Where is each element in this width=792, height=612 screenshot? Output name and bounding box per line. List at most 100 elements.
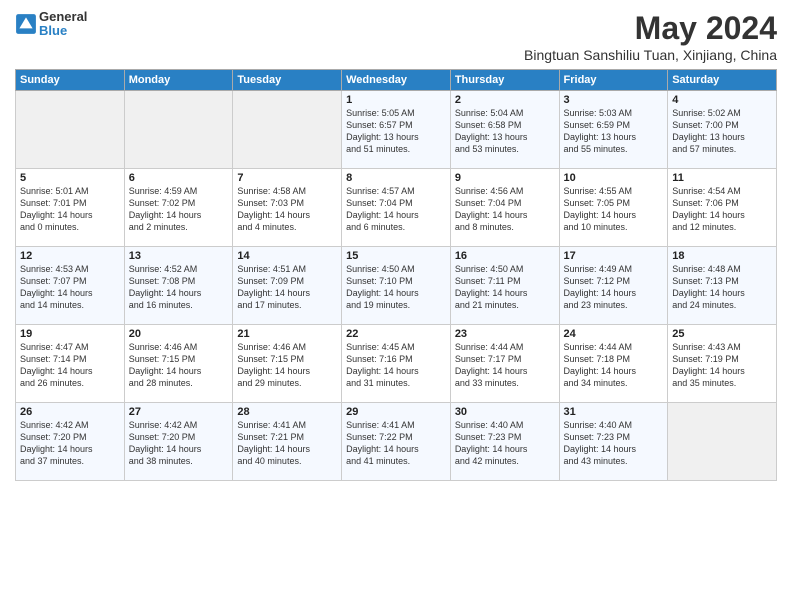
day-info: Sunrise: 5:03 AM Sunset: 6:59 PM Dayligh…: [564, 107, 664, 156]
day-cell: 10Sunrise: 4:55 AM Sunset: 7:05 PM Dayli…: [559, 169, 668, 247]
day-info: Sunrise: 4:42 AM Sunset: 7:20 PM Dayligh…: [20, 419, 120, 468]
day-info: Sunrise: 4:46 AM Sunset: 7:15 PM Dayligh…: [237, 341, 337, 390]
day-cell: 31Sunrise: 4:40 AM Sunset: 7:23 PM Dayli…: [559, 403, 668, 481]
day-info: Sunrise: 4:58 AM Sunset: 7:03 PM Dayligh…: [237, 185, 337, 234]
day-info: Sunrise: 4:50 AM Sunset: 7:10 PM Dayligh…: [346, 263, 446, 312]
day-number: 4: [672, 94, 772, 106]
day-cell: 24Sunrise: 4:44 AM Sunset: 7:18 PM Dayli…: [559, 325, 668, 403]
day-info: Sunrise: 4:57 AM Sunset: 7:04 PM Dayligh…: [346, 185, 446, 234]
day-info: Sunrise: 4:53 AM Sunset: 7:07 PM Dayligh…: [20, 263, 120, 312]
day-info: Sunrise: 4:55 AM Sunset: 7:05 PM Dayligh…: [564, 185, 664, 234]
day-info: Sunrise: 4:52 AM Sunset: 7:08 PM Dayligh…: [129, 263, 229, 312]
day-cell: 9Sunrise: 4:56 AM Sunset: 7:04 PM Daylig…: [450, 169, 559, 247]
day-number: 31: [564, 406, 664, 418]
day-cell: 5Sunrise: 5:01 AM Sunset: 7:01 PM Daylig…: [16, 169, 125, 247]
day-cell: [16, 91, 125, 169]
day-number: 17: [564, 250, 664, 262]
week-row-2: 12Sunrise: 4:53 AM Sunset: 7:07 PM Dayli…: [16, 247, 777, 325]
day-number: 3: [564, 94, 664, 106]
header-wednesday: Wednesday: [342, 70, 451, 91]
day-number: 30: [455, 406, 555, 418]
day-number: 6: [129, 172, 229, 184]
day-info: Sunrise: 4:48 AM Sunset: 7:13 PM Dayligh…: [672, 263, 772, 312]
day-cell: [668, 403, 777, 481]
day-info: Sunrise: 4:41 AM Sunset: 7:21 PM Dayligh…: [237, 419, 337, 468]
title-block: May 2024 Bingtuan Sanshiliu Tuan, Xinjia…: [524, 10, 777, 63]
day-number: 1: [346, 94, 446, 106]
day-number: 14: [237, 250, 337, 262]
header-sunday: Sunday: [16, 70, 125, 91]
day-cell: 1Sunrise: 5:05 AM Sunset: 6:57 PM Daylig…: [342, 91, 451, 169]
day-cell: 14Sunrise: 4:51 AM Sunset: 7:09 PM Dayli…: [233, 247, 342, 325]
day-cell: [124, 91, 233, 169]
day-number: 28: [237, 406, 337, 418]
location: Bingtuan Sanshiliu Tuan, Xinjiang, China: [524, 47, 777, 63]
day-cell: 28Sunrise: 4:41 AM Sunset: 7:21 PM Dayli…: [233, 403, 342, 481]
day-info: Sunrise: 4:50 AM Sunset: 7:11 PM Dayligh…: [455, 263, 555, 312]
day-cell: 7Sunrise: 4:58 AM Sunset: 7:03 PM Daylig…: [233, 169, 342, 247]
header-row: SundayMondayTuesdayWednesdayThursdayFrid…: [16, 70, 777, 91]
header-thursday: Thursday: [450, 70, 559, 91]
logo-general: General: [39, 10, 87, 24]
day-number: 9: [455, 172, 555, 184]
day-info: Sunrise: 5:02 AM Sunset: 7:00 PM Dayligh…: [672, 107, 772, 156]
logo-icon: [15, 13, 37, 35]
week-row-0: 1Sunrise: 5:05 AM Sunset: 6:57 PM Daylig…: [16, 91, 777, 169]
day-cell: 29Sunrise: 4:41 AM Sunset: 7:22 PM Dayli…: [342, 403, 451, 481]
day-number: 5: [20, 172, 120, 184]
day-cell: 15Sunrise: 4:50 AM Sunset: 7:10 PM Dayli…: [342, 247, 451, 325]
day-cell: [233, 91, 342, 169]
logo: General Blue: [15, 10, 87, 39]
day-number: 22: [346, 328, 446, 340]
day-info: Sunrise: 4:56 AM Sunset: 7:04 PM Dayligh…: [455, 185, 555, 234]
day-info: Sunrise: 4:40 AM Sunset: 7:23 PM Dayligh…: [455, 419, 555, 468]
calendar-table: SundayMondayTuesdayWednesdayThursdayFrid…: [15, 69, 777, 481]
week-row-3: 19Sunrise: 4:47 AM Sunset: 7:14 PM Dayli…: [16, 325, 777, 403]
day-cell: 17Sunrise: 4:49 AM Sunset: 7:12 PM Dayli…: [559, 247, 668, 325]
header-friday: Friday: [559, 70, 668, 91]
day-number: 25: [672, 328, 772, 340]
day-info: Sunrise: 5:05 AM Sunset: 6:57 PM Dayligh…: [346, 107, 446, 156]
day-cell: 6Sunrise: 4:59 AM Sunset: 7:02 PM Daylig…: [124, 169, 233, 247]
day-number: 10: [564, 172, 664, 184]
day-number: 11: [672, 172, 772, 184]
day-number: 12: [20, 250, 120, 262]
day-cell: 26Sunrise: 4:42 AM Sunset: 7:20 PM Dayli…: [16, 403, 125, 481]
day-info: Sunrise: 4:44 AM Sunset: 7:18 PM Dayligh…: [564, 341, 664, 390]
day-cell: 13Sunrise: 4:52 AM Sunset: 7:08 PM Dayli…: [124, 247, 233, 325]
day-info: Sunrise: 4:49 AM Sunset: 7:12 PM Dayligh…: [564, 263, 664, 312]
day-cell: 27Sunrise: 4:42 AM Sunset: 7:20 PM Dayli…: [124, 403, 233, 481]
day-info: Sunrise: 4:42 AM Sunset: 7:20 PM Dayligh…: [129, 419, 229, 468]
day-info: Sunrise: 4:44 AM Sunset: 7:17 PM Dayligh…: [455, 341, 555, 390]
day-info: Sunrise: 4:45 AM Sunset: 7:16 PM Dayligh…: [346, 341, 446, 390]
day-cell: 11Sunrise: 4:54 AM Sunset: 7:06 PM Dayli…: [668, 169, 777, 247]
header-tuesday: Tuesday: [233, 70, 342, 91]
day-cell: 18Sunrise: 4:48 AM Sunset: 7:13 PM Dayli…: [668, 247, 777, 325]
day-number: 20: [129, 328, 229, 340]
logo-blue: Blue: [39, 24, 87, 38]
day-cell: 4Sunrise: 5:02 AM Sunset: 7:00 PM Daylig…: [668, 91, 777, 169]
day-number: 7: [237, 172, 337, 184]
day-info: Sunrise: 4:41 AM Sunset: 7:22 PM Dayligh…: [346, 419, 446, 468]
day-cell: 22Sunrise: 4:45 AM Sunset: 7:16 PM Dayli…: [342, 325, 451, 403]
day-cell: 21Sunrise: 4:46 AM Sunset: 7:15 PM Dayli…: [233, 325, 342, 403]
day-info: Sunrise: 4:43 AM Sunset: 7:19 PM Dayligh…: [672, 341, 772, 390]
day-cell: 30Sunrise: 4:40 AM Sunset: 7:23 PM Dayli…: [450, 403, 559, 481]
day-number: 8: [346, 172, 446, 184]
day-number: 26: [20, 406, 120, 418]
day-number: 2: [455, 94, 555, 106]
week-row-4: 26Sunrise: 4:42 AM Sunset: 7:20 PM Dayli…: [16, 403, 777, 481]
week-row-1: 5Sunrise: 5:01 AM Sunset: 7:01 PM Daylig…: [16, 169, 777, 247]
day-number: 18: [672, 250, 772, 262]
month-year: May 2024: [524, 10, 777, 47]
day-cell: 3Sunrise: 5:03 AM Sunset: 6:59 PM Daylig…: [559, 91, 668, 169]
day-number: 21: [237, 328, 337, 340]
day-info: Sunrise: 5:01 AM Sunset: 7:01 PM Dayligh…: [20, 185, 120, 234]
day-cell: 23Sunrise: 4:44 AM Sunset: 7:17 PM Dayli…: [450, 325, 559, 403]
day-number: 19: [20, 328, 120, 340]
day-info: Sunrise: 4:47 AM Sunset: 7:14 PM Dayligh…: [20, 341, 120, 390]
day-number: 27: [129, 406, 229, 418]
day-number: 16: [455, 250, 555, 262]
day-info: Sunrise: 4:54 AM Sunset: 7:06 PM Dayligh…: [672, 185, 772, 234]
day-cell: 12Sunrise: 4:53 AM Sunset: 7:07 PM Dayli…: [16, 247, 125, 325]
